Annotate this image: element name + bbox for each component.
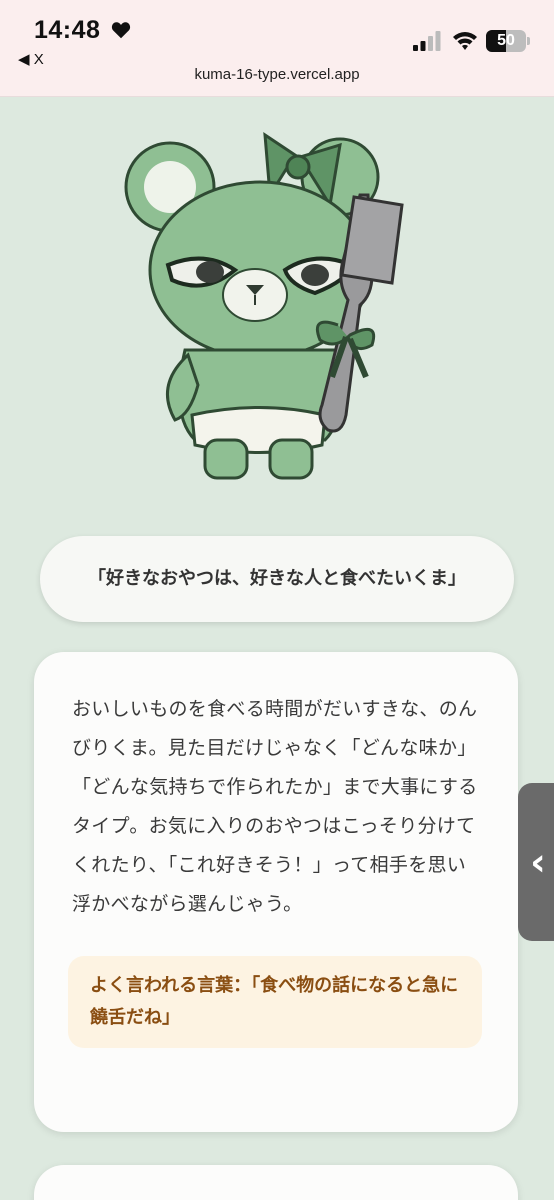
- quote-text: 「好きなおやつは、好きな人と食べたいくま」: [88, 568, 466, 589]
- status-bar: 14:48 ◀ X 50 kuma-16-type.vercel.app: [0, 0, 554, 97]
- common-saying-box: よく言われる言葉：「食べ物の話になると急に饒舌だね」: [68, 956, 482, 1048]
- description-text: おいしいものを食べる時間がだいすきな、のんびりくま。見た目だけじゃなく「どんな味…: [72, 698, 478, 915]
- heart-icon: [111, 22, 131, 39]
- bear-mascot-illustration: [124, 132, 404, 480]
- next-card: [34, 1165, 518, 1200]
- description-card: おいしいものを食べる時間がだいすきな、のんびりくま。見た目だけじゃなく「どんな味…: [34, 652, 518, 1132]
- side-drawer-tab[interactable]: ‹: [518, 783, 554, 941]
- chevron-left-icon: ‹: [530, 840, 546, 884]
- url-bar[interactable]: kuma-16-type.vercel.app: [0, 66, 554, 83]
- cellular-signal-icon: [413, 31, 441, 51]
- quote-bubble: 「好きなおやつは、好きな人と食べたいくま」: [40, 536, 514, 622]
- battery-percentage: 50: [497, 32, 515, 49]
- battery-icon: 50: [486, 30, 526, 52]
- status-time: 14:48: [34, 16, 101, 44]
- wifi-icon: [453, 32, 477, 50]
